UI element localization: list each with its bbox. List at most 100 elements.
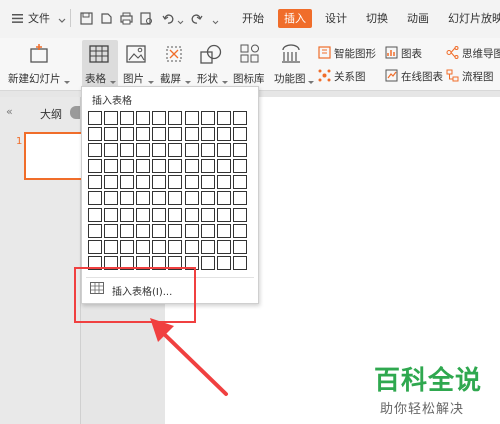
table-grid-cell[interactable]	[152, 191, 167, 206]
table-grid-cell[interactable]	[168, 111, 183, 125]
table-grid-cell[interactable]	[216, 111, 231, 125]
table-grid-cell[interactable]	[232, 159, 247, 174]
table-grid-cell[interactable]	[216, 127, 231, 142]
table-grid-cell[interactable]	[200, 239, 215, 254]
table-grid-cell[interactable]	[120, 223, 135, 238]
icon-library-icon[interactable]	[240, 44, 260, 67]
chevron-down-icon[interactable]	[308, 75, 314, 88]
online-chart-icon[interactable]	[385, 69, 398, 85]
table-grid-cell[interactable]	[136, 127, 151, 142]
table-grid-cell[interactable]	[168, 159, 183, 174]
mind-map-icon[interactable]	[446, 46, 459, 62]
table-grid-cell[interactable]	[200, 255, 215, 270]
icon-library-button[interactable]: 图标库	[233, 71, 265, 86]
table-grid-cell[interactable]	[200, 175, 215, 190]
table-grid-cell[interactable]	[152, 207, 167, 222]
table-grid-cell[interactable]	[168, 143, 183, 158]
screenshot-icon[interactable]	[164, 45, 184, 66]
table-grid-cell[interactable]	[200, 127, 215, 142]
screenshot-button[interactable]: 截屏	[160, 71, 181, 86]
flowchart-icon[interactable]	[446, 69, 459, 85]
smart-graphic-button[interactable]: 智能图形	[334, 46, 376, 61]
table-grid-cell[interactable]	[216, 239, 231, 254]
table-grid-cell[interactable]	[120, 239, 135, 254]
table-grid-cell[interactable]	[168, 223, 183, 238]
shape-button[interactable]: 形状	[197, 71, 218, 86]
table-grid-cell[interactable]	[88, 143, 102, 158]
table-grid-cell[interactable]	[88, 207, 102, 222]
undo-icon[interactable]	[162, 12, 175, 25]
table-grid-cell[interactable]	[104, 159, 119, 174]
chart-button[interactable]: 图表	[401, 46, 422, 61]
table-grid-cell[interactable]	[152, 111, 167, 125]
table-grid-cell[interactable]	[136, 143, 151, 158]
chevron-down-icon[interactable]	[212, 15, 219, 28]
table-grid-cell[interactable]	[232, 239, 247, 254]
table-grid-cell[interactable]	[104, 191, 119, 206]
table-grid-cell[interactable]	[216, 159, 231, 174]
table-grid-cell[interactable]	[184, 191, 199, 206]
table-grid-cell[interactable]	[200, 159, 215, 174]
table-grid-cell[interactable]	[168, 239, 183, 254]
table-grid-cell[interactable]	[152, 127, 167, 142]
table-grid-cell[interactable]	[216, 223, 231, 238]
table-grid-cell[interactable]	[104, 175, 119, 190]
table-grid-cell[interactable]	[136, 239, 151, 254]
table-grid-cell[interactable]	[232, 207, 247, 222]
table-grid-cell[interactable]	[88, 127, 102, 142]
shape-icon[interactable]	[200, 44, 222, 67]
table-grid-cell[interactable]	[88, 191, 102, 206]
table-grid-cell[interactable]	[200, 143, 215, 158]
relation-chart-icon[interactable]	[318, 69, 331, 85]
table-grid-cell[interactable]	[136, 223, 151, 238]
table-grid-cell[interactable]	[184, 111, 199, 125]
table-grid-cell[interactable]	[232, 127, 247, 142]
tab-outline[interactable]: 大纲	[40, 106, 62, 122]
table-grid-cell[interactable]	[200, 191, 215, 206]
table-grid-cell[interactable]	[168, 175, 183, 190]
new-slide-button[interactable]: 新建幻灯片	[8, 71, 61, 86]
table-grid-cell[interactable]	[168, 127, 183, 142]
table-grid-cell[interactable]	[232, 111, 247, 125]
table-grid-cell[interactable]	[120, 159, 135, 174]
export-icon[interactable]	[100, 12, 113, 25]
smart-graphic-icon[interactable]	[318, 46, 331, 62]
table-grid-cell[interactable]	[232, 223, 247, 238]
table-grid-cell[interactable]	[200, 207, 215, 222]
table-grid-cell[interactable]	[184, 207, 199, 222]
chart-icon[interactable]	[385, 46, 398, 62]
table-size-grid[interactable]	[88, 111, 249, 272]
table-grid-cell[interactable]	[136, 159, 151, 174]
hamburger-icon[interactable]	[12, 13, 23, 23]
table-grid-cell[interactable]	[184, 127, 199, 142]
table-grid-cell[interactable]	[88, 111, 102, 125]
function-chart-icon[interactable]	[281, 44, 301, 67]
table-grid-cell[interactable]	[152, 159, 167, 174]
table-grid-cell[interactable]	[184, 143, 199, 158]
save-icon[interactable]	[80, 12, 93, 25]
collapse-panel-icon[interactable]: «	[6, 105, 13, 118]
table-grid-cell[interactable]	[104, 143, 119, 158]
table-grid-cell[interactable]	[104, 207, 119, 222]
table-grid-cell[interactable]	[200, 111, 215, 125]
table-grid-cell[interactable]	[184, 223, 199, 238]
table-grid-cell[interactable]	[88, 159, 102, 174]
table-grid-cell[interactable]	[216, 143, 231, 158]
table-grid-cell[interactable]	[120, 175, 135, 190]
table-grid-cell[interactable]	[216, 255, 231, 270]
table-grid-cell[interactable]	[232, 143, 247, 158]
picture-button[interactable]: 图片	[123, 71, 144, 86]
table-grid-cell[interactable]	[216, 207, 231, 222]
table-grid-cell[interactable]	[136, 111, 151, 125]
table-grid-cell[interactable]	[88, 223, 102, 238]
tab-slideshow[interactable]: 幻灯片放映	[448, 10, 500, 26]
table-grid-cell[interactable]	[200, 223, 215, 238]
table-grid-cell[interactable]	[168, 207, 183, 222]
tab-insert[interactable]: 插入	[278, 9, 312, 28]
table-icon[interactable]	[89, 45, 109, 66]
table-grid-cell[interactable]	[120, 191, 135, 206]
file-menu[interactable]: 文件	[28, 10, 50, 26]
table-grid-cell[interactable]	[152, 223, 167, 238]
table-grid-cell[interactable]	[216, 175, 231, 190]
tab-design[interactable]: 设计	[325, 10, 347, 26]
